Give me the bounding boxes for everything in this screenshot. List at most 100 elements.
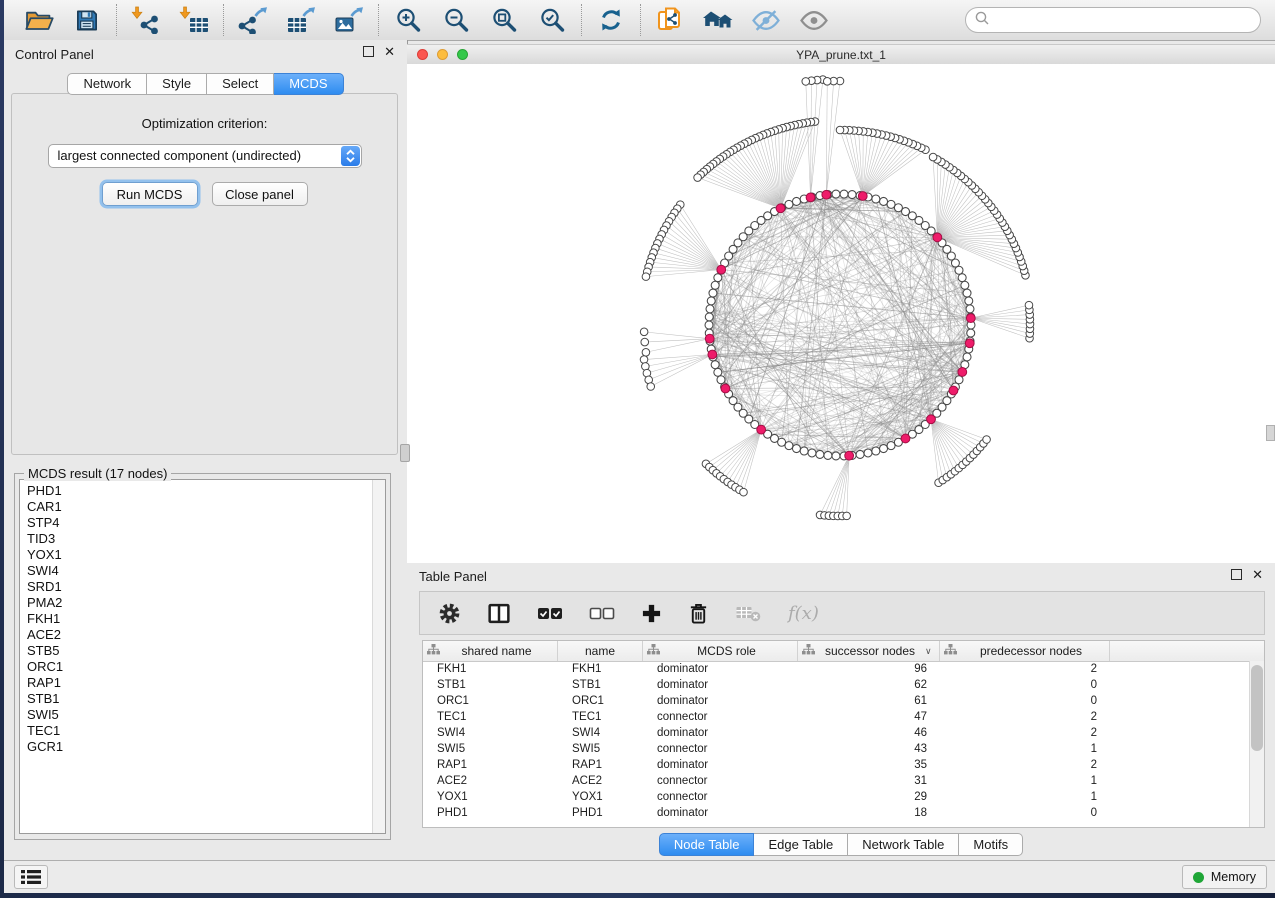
result-node-item[interactable]: SRD1: [27, 579, 385, 595]
mcds-result-list[interactable]: PHD1CAR1STP4TID3YOX1SWI4SRD1PMA2FKH1ACE2…: [19, 479, 386, 834]
zoom-fit-icon[interactable]: [488, 4, 520, 36]
table-cell: dominator: [643, 757, 798, 773]
import-table-icon[interactable]: [178, 4, 210, 36]
tab-edge-table[interactable]: Edge Table: [754, 833, 848, 856]
column-header-predecessor-nodes[interactable]: predecessor nodes: [940, 641, 1110, 661]
table-cell: PHD1: [558, 805, 643, 821]
network-window-titlebar: YPA_prune.txt_1: [407, 44, 1275, 65]
float-panel-icon[interactable]: [363, 46, 374, 57]
result-node-item[interactable]: ACE2: [27, 627, 385, 643]
table-row[interactable]: PHD1PHD1dominator180: [423, 805, 1250, 821]
show-all-icon[interactable]: [798, 4, 830, 36]
close-panel-icon[interactable]: ✕: [384, 46, 395, 57]
table-scrollbar-thumb[interactable]: [1251, 665, 1263, 751]
node-table: shared namenameMCDS rolesuccessor nodes∨…: [422, 640, 1265, 828]
table-row[interactable]: STB1STB1dominator620: [423, 677, 1250, 693]
table-scrollbar-track[interactable]: [1249, 661, 1264, 827]
result-list-scrollbar[interactable]: [372, 480, 385, 833]
criterion-select[interactable]: largest connected component (undirected): [48, 144, 362, 168]
sort-indicator-icon: ∨: [925, 646, 935, 657]
hide-selected-icon[interactable]: [750, 4, 782, 36]
result-node-item[interactable]: STP4: [27, 515, 385, 531]
hierarchy-icon: [802, 642, 815, 660]
zoom-selected-icon[interactable]: [536, 4, 568, 36]
table-row[interactable]: YOX1YOX1connector291: [423, 789, 1250, 805]
control-panel-title: Control Panel: [15, 47, 94, 62]
result-node-item[interactable]: STB1: [27, 691, 385, 707]
result-node-item[interactable]: STB5: [27, 643, 385, 659]
table-cell: connector: [643, 741, 798, 757]
table-row[interactable]: FKH1FKH1dominator962: [423, 661, 1250, 677]
table-cell: 43: [798, 741, 940, 757]
open-icon[interactable]: [23, 4, 55, 36]
delete-table-icon[interactable]: [735, 603, 761, 623]
add-column-icon[interactable]: [641, 603, 662, 624]
result-node-item[interactable]: GCR1: [27, 739, 385, 755]
go-home-icon[interactable]: [702, 4, 734, 36]
delete-column-icon[interactable]: [688, 602, 709, 625]
memory-button[interactable]: Memory: [1182, 865, 1267, 889]
close-panel-button[interactable]: Close panel: [212, 182, 308, 206]
result-node-item[interactable]: CAR1: [27, 499, 385, 515]
table-row[interactable]: SWI4SWI4dominator462: [423, 725, 1250, 741]
export-image-icon[interactable]: [333, 4, 365, 36]
column-header-mcds-role[interactable]: MCDS role: [643, 641, 798, 661]
run-mcds-button[interactable]: Run MCDS: [102, 182, 198, 206]
select-all-icon[interactable]: [537, 604, 563, 622]
refresh-icon[interactable]: [595, 4, 627, 36]
task-history-button[interactable]: [14, 865, 48, 889]
table-row[interactable]: SWI5SWI5connector431: [423, 741, 1250, 757]
zoom-in-icon[interactable]: [392, 4, 424, 36]
table-row[interactable]: ACE2ACE2connector311: [423, 773, 1250, 789]
table-cell: ORC1: [423, 693, 558, 709]
result-node-item[interactable]: SWI5: [27, 707, 385, 723]
tab-style[interactable]: Style: [147, 73, 207, 95]
table-row[interactable]: TEC1TEC1connector472: [423, 709, 1250, 725]
tab-motifs[interactable]: Motifs: [959, 833, 1023, 856]
export-table-icon[interactable]: [285, 4, 317, 36]
result-node-item[interactable]: RAP1: [27, 675, 385, 691]
function-icon[interactable]: f(x): [787, 601, 821, 625]
splitter-handle[interactable]: [400, 444, 410, 462]
tab-network[interactable]: Network: [67, 73, 147, 95]
table-cell: 0: [940, 693, 1110, 709]
network-canvas[interactable]: [407, 64, 1275, 563]
right-splitter-handle[interactable]: [1266, 425, 1275, 441]
table-panel: Table Panel ✕ f(x) shared namenameMCDS r…: [407, 563, 1275, 860]
table-cell: 47: [798, 709, 940, 725]
close-table-panel-icon[interactable]: ✕: [1252, 569, 1263, 580]
result-node-item[interactable]: TEC1: [27, 723, 385, 739]
deselect-all-icon[interactable]: [589, 604, 615, 622]
toolbar-icons: [4, 0, 843, 40]
gear-icon[interactable]: [438, 602, 461, 625]
memory-button-label: Memory: [1211, 870, 1256, 884]
save-icon[interactable]: [71, 4, 103, 36]
duplicate-network-icon[interactable]: [654, 4, 686, 36]
table-row[interactable]: ORC1ORC1dominator610: [423, 693, 1250, 709]
table-cell: SWI4: [423, 725, 558, 741]
result-node-item[interactable]: YOX1: [27, 547, 385, 563]
import-network-icon[interactable]: [130, 4, 162, 36]
table-cell: YOX1: [558, 789, 643, 805]
column-header-successor-nodes[interactable]: successor nodes∨: [798, 641, 940, 661]
float-table-panel-icon[interactable]: [1231, 569, 1242, 580]
table-row[interactable]: RAP1RAP1dominator352: [423, 757, 1250, 773]
result-node-item[interactable]: SWI4: [27, 563, 385, 579]
export-network-icon[interactable]: [237, 4, 269, 36]
result-node-item[interactable]: ORC1: [27, 659, 385, 675]
result-node-item[interactable]: PHD1: [27, 483, 385, 499]
tab-network-table[interactable]: Network Table: [848, 833, 959, 856]
zoom-out-icon[interactable]: [440, 4, 472, 36]
table-cell: YOX1: [423, 789, 558, 805]
search-input[interactable]: [995, 12, 1251, 28]
tab-select[interactable]: Select: [207, 73, 274, 95]
tab-mcds[interactable]: MCDS: [274, 73, 343, 95]
result-node-item[interactable]: TID3: [27, 531, 385, 547]
split-columns-icon[interactable]: [487, 603, 511, 624]
result-node-item[interactable]: PMA2: [27, 595, 385, 611]
tab-node-table[interactable]: Node Table: [659, 833, 755, 856]
table-cell: ORC1: [558, 693, 643, 709]
column-header-name[interactable]: name: [558, 641, 643, 661]
column-header-shared-name[interactable]: shared name: [423, 641, 558, 661]
result-node-item[interactable]: FKH1: [27, 611, 385, 627]
